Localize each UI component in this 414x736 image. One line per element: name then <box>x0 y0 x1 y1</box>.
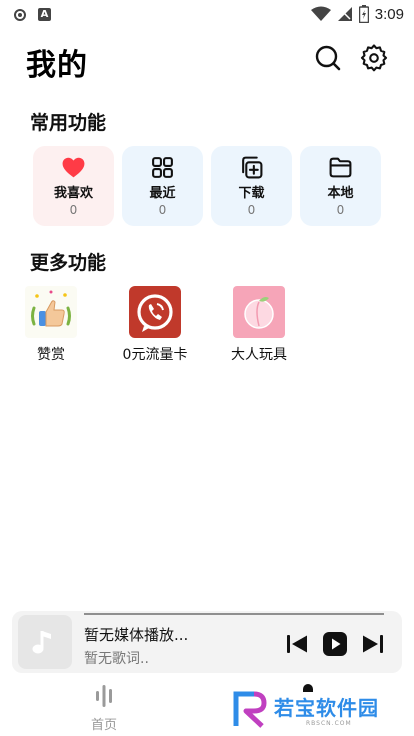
card-count: 0 <box>247 203 256 217</box>
watermark-logo: 若宝软件园 RBSCN.COM <box>232 690 402 730</box>
thumbs-up-icon <box>25 286 77 338</box>
clock: 3:09 <box>374 5 404 23</box>
section-title-common: 常用功能 <box>30 112 107 134</box>
more-item-reward[interactable]: 赞赏 <box>6 286 96 364</box>
more-item-label: 赞赏 <box>37 347 65 363</box>
download-copy-icon <box>242 156 263 179</box>
wifi-icon <box>310 6 331 21</box>
folder-icon <box>329 157 352 178</box>
r-logo-icon <box>233 691 267 728</box>
tab-home-label: 首页 <box>90 718 117 733</box>
play-icon[interactable] <box>322 631 348 657</box>
previous-icon[interactable] <box>284 631 310 657</box>
more-item-label: 0元流量卡 <box>122 347 188 363</box>
section-title-more: 更多功能 <box>30 252 107 274</box>
status-bar: A 3:09 <box>0 0 414 30</box>
gear-icon[interactable] <box>360 44 388 72</box>
common-functions-row: 我喜欢 0 最近 0 下载 0 本地 0 <box>33 146 381 226</box>
tab-home[interactable]: 首页 <box>80 684 128 733</box>
heart-icon <box>62 157 85 178</box>
card-label: 本地 <box>327 186 354 201</box>
card-recent[interactable]: 最近 0 <box>122 146 203 226</box>
card-download[interactable]: 下载 0 <box>211 146 292 226</box>
more-item-data-card[interactable]: 0元流量卡 <box>110 286 200 364</box>
card-count: 0 <box>69 203 78 217</box>
card-label: 最近 <box>149 186 176 201</box>
album-cover[interactable] <box>18 615 72 669</box>
more-item-label: 大人玩具 <box>231 347 287 363</box>
next-icon[interactable] <box>360 631 386 657</box>
card-label: 下载 <box>238 186 265 201</box>
record-icon <box>14 8 26 21</box>
card-label: 我喜欢 <box>53 186 93 201</box>
grid-icon <box>152 157 173 178</box>
search-icon[interactable] <box>314 44 342 72</box>
card-local[interactable]: 本地 0 <box>300 146 381 226</box>
player-progress-bar[interactable] <box>84 613 384 615</box>
page-title: 我的 <box>26 48 88 83</box>
signal-icon <box>337 7 352 21</box>
song-title: 暂无媒体播放... <box>84 626 189 644</box>
more-functions-row: 赞赏 0元流量卡 大人玩具 <box>0 286 414 366</box>
card-favorites[interactable]: 我喜欢 0 <box>33 146 114 226</box>
card-count: 0 <box>336 203 345 217</box>
more-item-toys[interactable]: 大人玩具 <box>214 286 304 364</box>
sound-wave-icon <box>96 685 112 707</box>
a-icon: A <box>38 8 51 21</box>
music-note-icon <box>32 631 51 654</box>
phone-icon <box>129 286 181 338</box>
peach-icon <box>233 286 285 338</box>
song-lyric: 暂无歌词.. <box>84 651 149 667</box>
card-count: 0 <box>158 203 167 217</box>
battery-icon <box>358 5 369 23</box>
watermark-subtext: RBSCN.COM <box>306 720 352 727</box>
watermark-text: 若宝软件园 <box>274 696 379 720</box>
